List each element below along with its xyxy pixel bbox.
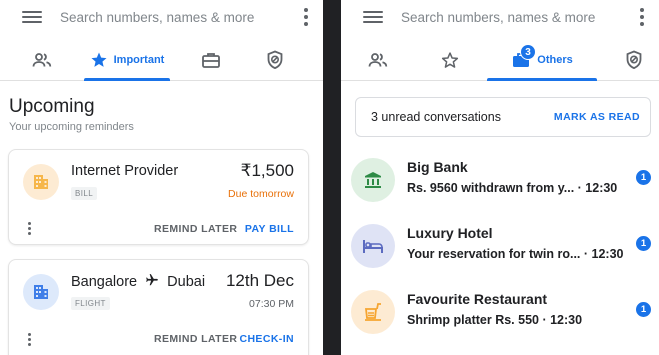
more-options-icon[interactable] <box>303 8 309 26</box>
briefcase-icon <box>202 53 220 68</box>
card-tag: FLIGHT <box>71 297 110 310</box>
sender-name: Luxury Hotel <box>407 225 493 241</box>
unread-badge: 1 <box>636 170 651 185</box>
airplane-icon <box>146 274 158 286</box>
menu-icon[interactable] <box>22 9 42 25</box>
check-in-button[interactable]: CHECK-IN <box>239 333 294 345</box>
tab-badge: 3 <box>520 44 536 60</box>
tab-others[interactable]: Others 3 <box>487 40 597 81</box>
avatar <box>23 164 59 200</box>
building-icon <box>34 285 48 299</box>
sender-name: Big Bank <box>407 159 468 175</box>
right-screen: Search numbers, names & more Others 3 3 … <box>341 0 659 355</box>
card-due: Due tomorrow <box>228 188 294 200</box>
menu-icon[interactable] <box>363 9 383 25</box>
tab-spam[interactable] <box>250 40 300 80</box>
remind-later-button[interactable]: REMIND LATER <box>154 223 237 235</box>
avatar <box>23 274 59 310</box>
conversation-item[interactable]: Luxury Hotel Your reservation for twin r… <box>351 221 655 271</box>
pay-bill-button[interactable]: PAY BILL <box>245 223 294 235</box>
sender-name: Favourite Restaurant <box>407 291 548 307</box>
tab-important-label: Important <box>113 54 165 66</box>
reminder-card-flight[interactable]: Bangalore Dubai FLIGHT 12th Dec 07:30 PM… <box>8 259 309 355</box>
unread-banner: 3 unread conversations MARK AS READ <box>355 97 651 137</box>
flight-destination: Dubai <box>167 274 206 290</box>
flight-origin: Bangalore <box>71 274 138 290</box>
reminder-card-bill[interactable]: Internet Provider BILL ₹1,500 Due tomorr… <box>8 149 309 245</box>
bank-icon <box>365 172 381 188</box>
food-icon <box>364 303 381 321</box>
message-preview: Shrimp platter Rs. 550 · 12:30 <box>407 313 583 327</box>
card-time: 07:30 PM <box>249 298 294 310</box>
star-icon <box>91 52 107 67</box>
tab-important[interactable] <box>425 40 475 80</box>
more-options-icon[interactable] <box>639 8 645 26</box>
avatar <box>351 224 395 268</box>
card-more-icon[interactable] <box>28 333 31 346</box>
tab-others-label: Others <box>537 54 573 66</box>
remind-later-button[interactable]: REMIND LATER <box>154 333 237 345</box>
section-title: Upcoming <box>9 96 95 117</box>
tab-work[interactable] <box>184 40 238 80</box>
category-tabs: Important <box>0 40 323 81</box>
conversation-item[interactable]: Favourite Restaurant Shrimp platter Rs. … <box>351 287 655 337</box>
search-bar[interactable]: Search numbers, names & more <box>0 0 323 34</box>
building-icon <box>34 175 48 189</box>
card-amount: ₹1,500 <box>240 161 294 180</box>
tab-important[interactable]: Important <box>84 40 170 81</box>
conversation-item[interactable]: Big Bank Rs. 9560 withdrawn from y... · … <box>351 155 655 205</box>
search-input[interactable]: Search numbers, names & more <box>60 10 303 25</box>
tab-personal[interactable] <box>353 40 403 80</box>
unread-count-text: 3 unread conversations <box>371 110 501 124</box>
message-preview: Your reservation for twin ro... · 12:30 <box>407 247 624 261</box>
people-icon <box>368 53 388 67</box>
avatar <box>351 158 395 202</box>
screen-divider <box>323 0 341 355</box>
card-more-icon[interactable] <box>28 222 31 235</box>
card-tag: BILL <box>71 187 98 200</box>
shield-icon <box>267 50 283 70</box>
left-screen: Search numbers, names & more Important U… <box>0 0 323 355</box>
tab-personal[interactable] <box>14 40 70 80</box>
card-title: Internet Provider <box>71 163 179 179</box>
tab-spam[interactable] <box>609 40 659 80</box>
category-tabs: Others 3 <box>341 40 659 81</box>
search-bar[interactable]: Search numbers, names & more <box>341 0 659 34</box>
section-subtitle: Your upcoming reminders <box>9 121 134 133</box>
unread-badge: 1 <box>636 302 651 317</box>
people-icon <box>32 53 52 67</box>
card-date: 12th Dec <box>225 271 294 290</box>
message-preview: Rs. 9560 withdrawn from y... · 12:30 <box>407 181 618 195</box>
shield-icon <box>626 50 642 70</box>
unread-badge: 1 <box>636 236 651 251</box>
star-outline-icon <box>441 52 459 68</box>
card-title: Bangalore Dubai <box>71 273 205 290</box>
search-input[interactable]: Search numbers, names & more <box>401 10 639 25</box>
avatar <box>351 290 395 334</box>
bed-icon <box>363 240 383 253</box>
mark-as-read-button[interactable]: MARK AS READ <box>554 111 640 123</box>
